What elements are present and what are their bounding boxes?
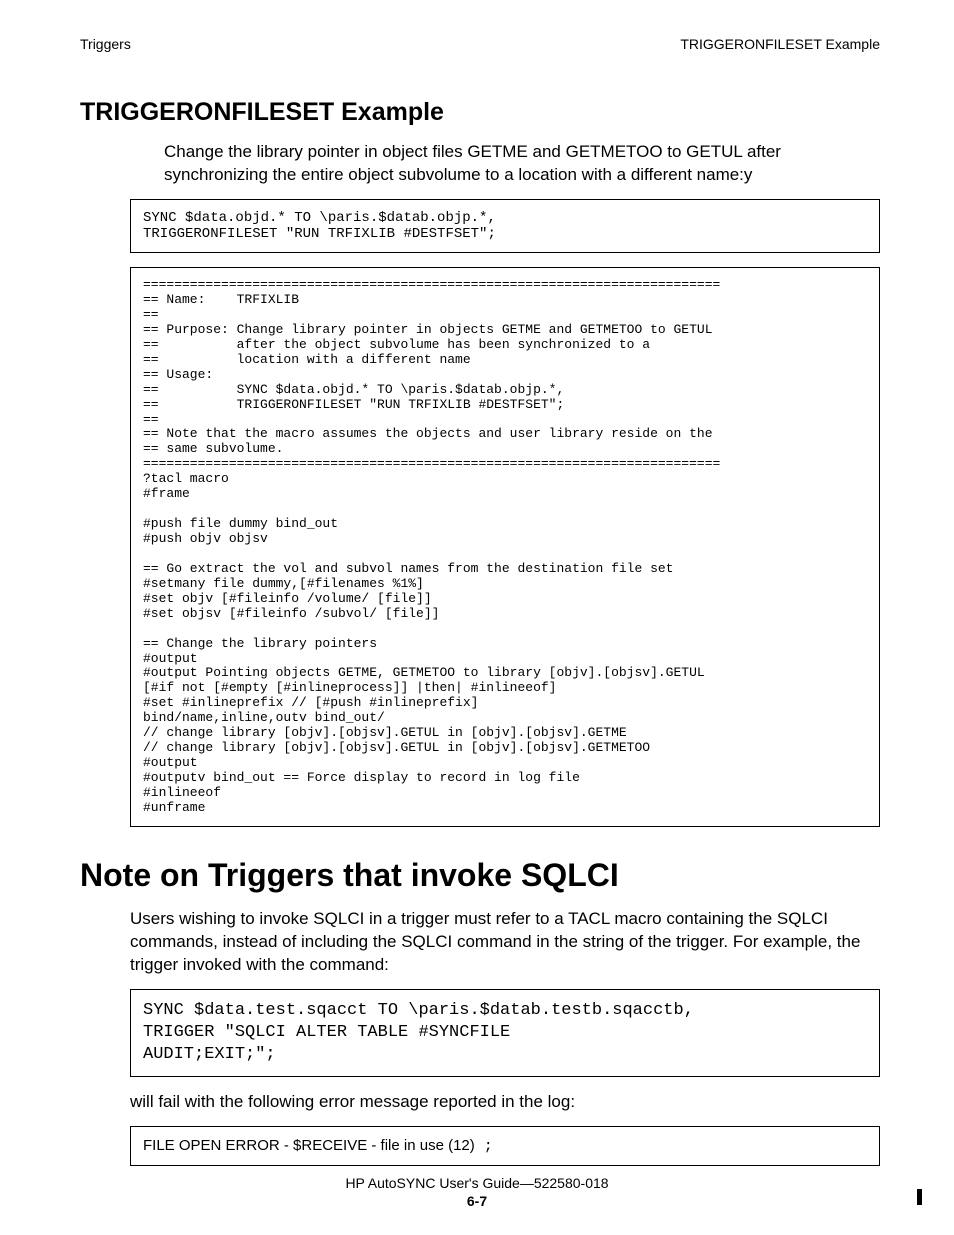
error-text: FILE OPEN ERROR - $RECEIVE - file in use…: [143, 1137, 475, 1154]
section1-intro: Change the library pointer in object fil…: [164, 141, 880, 187]
code-trfixlib-macro: ========================================…: [130, 267, 880, 827]
running-header: Triggers TRIGGERONFILESET Example: [80, 36, 880, 52]
section-heading-triggeronfileset: TRIGGERONFILESET Example: [80, 98, 880, 127]
section-heading-sqlci-note: Note on Triggers that invoke SQLCI: [80, 857, 880, 894]
footer-page-number: 6-7: [0, 1193, 954, 1209]
code-error-message: FILE OPEN ERROR - $RECEIVE - file in use…: [130, 1126, 880, 1166]
header-right: TRIGGERONFILESET Example: [680, 36, 880, 52]
section2-p2: will fail with the following error messa…: [130, 1091, 880, 1114]
footer-title: HP AutoSYNC User's Guide—522580-018: [0, 1175, 954, 1191]
code-sqlci-trigger: SYNC $data.test.sqacct TO \paris.$datab.…: [130, 989, 880, 1077]
code-sync-command: SYNC $data.objd.* TO \paris.$datab.objp.…: [130, 199, 880, 253]
section2-p1: Users wishing to invoke SQLCI in a trigg…: [130, 908, 880, 977]
page-footer: HP AutoSYNC User's Guide—522580-018 6-7: [0, 1175, 954, 1209]
error-semi: ;: [475, 1138, 493, 1155]
revision-mark-icon: [917, 1189, 922, 1205]
header-left: Triggers: [80, 36, 131, 52]
